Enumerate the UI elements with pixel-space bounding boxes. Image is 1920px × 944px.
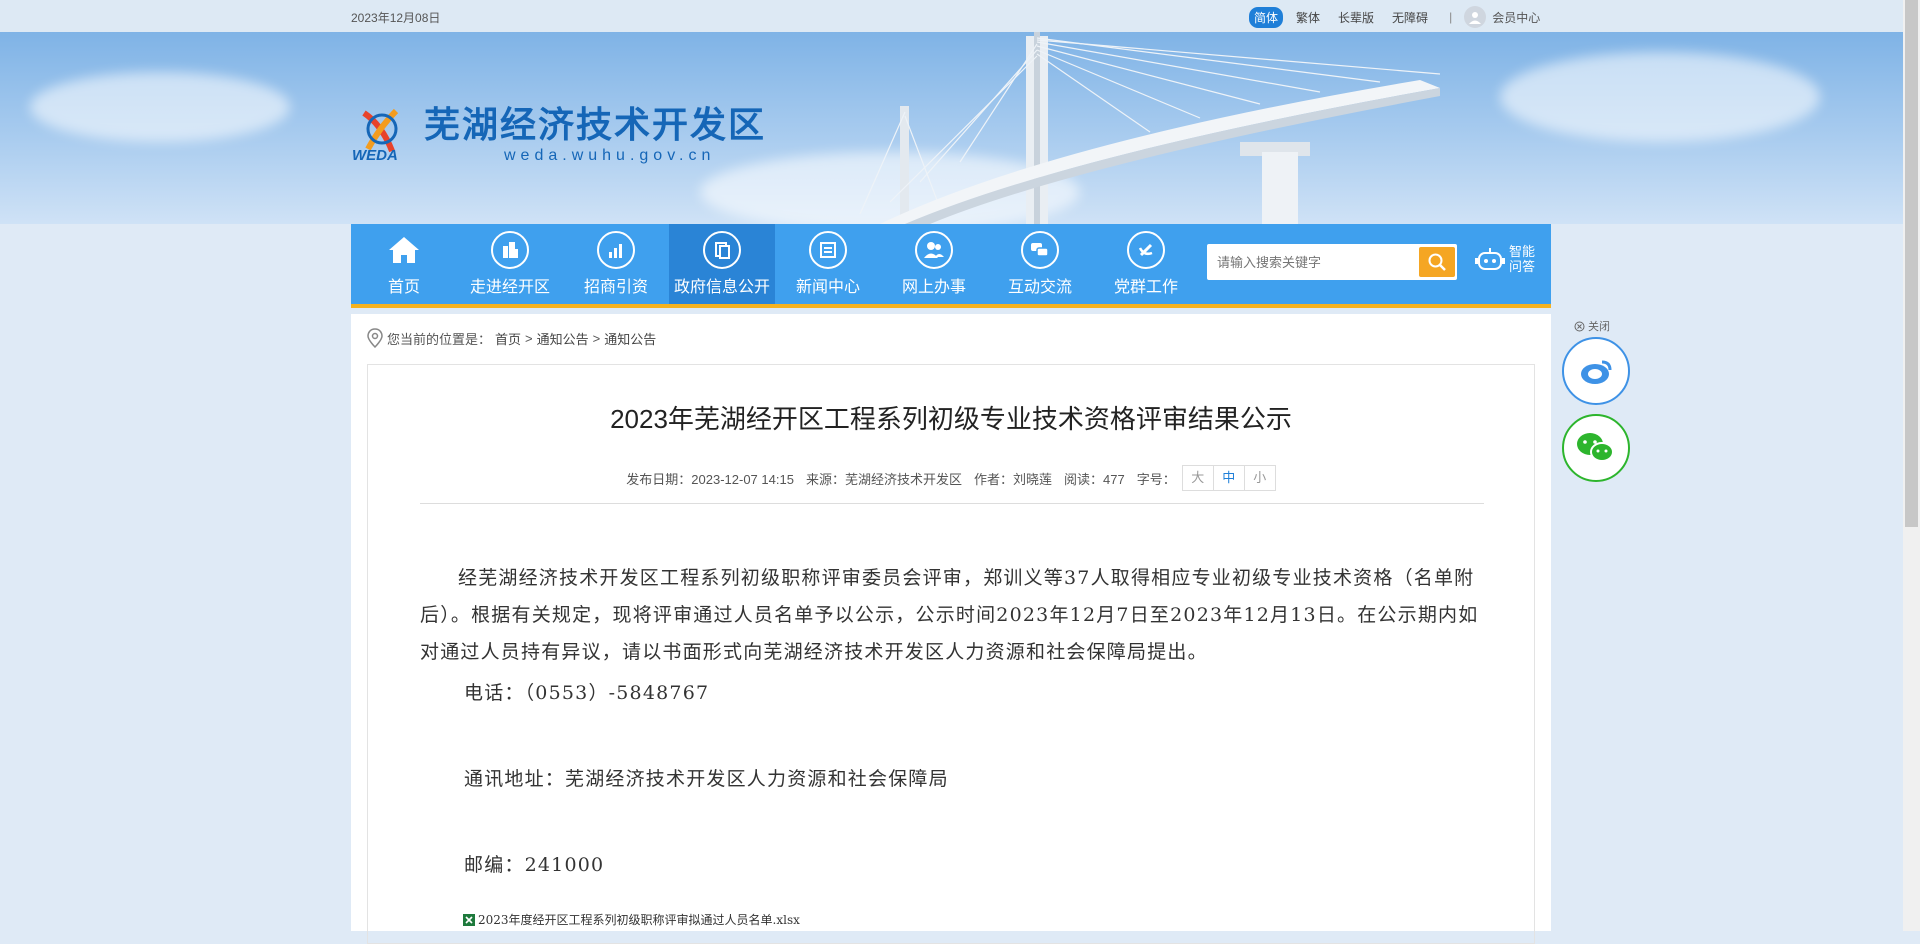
content-card: 您当前的位置是： 首页 > 通知公告 > 通知公告 2023年芜湖经开区工程系列… <box>351 314 1551 944</box>
ai-label-line1: 智能 <box>1509 244 1536 259</box>
fontsize-small-button[interactable]: 小 <box>1245 466 1275 490</box>
wechat-icon <box>1577 433 1614 462</box>
svg-text:WEDA: WEDA <box>352 147 398 163</box>
author-meta: 作者：刘晓莲 <box>973 471 1052 487</box>
breadcrumb-current-link[interactable]: 通知公告 <box>604 329 656 348</box>
breadcrumb-separator: > <box>525 330 533 346</box>
nav-label: 政府信息公开 <box>673 279 770 296</box>
article-title: 2023年芜湖经开区工程系列初级专业技术资格评审结果公示 <box>610 404 1292 434</box>
nav-label: 新闻中心 <box>795 279 860 296</box>
party-emblem-icon <box>1127 231 1165 269</box>
publish-date-meta: 发布日期：2023-12-07 14:15 <box>626 471 794 487</box>
fontsize-medium-button[interactable]: 中 <box>1214 466 1245 490</box>
postcode-line: 邮编：241000 <box>464 854 605 876</box>
header-banner: WEDA 芜湖经济技术开发区 weda.wuhu.gov.cn <box>0 32 1903 224</box>
search-input[interactable] <box>1211 248 1427 276</box>
breadcrumb: 您当前的位置是： 首页 > 通知公告 > 通知公告 <box>367 328 656 348</box>
nav-label: 招商引资 <box>583 279 648 296</box>
fontsize-switcher: 大 中 小 <box>1181 465 1276 491</box>
lang-traditional-button[interactable]: 繁体 <box>1291 7 1325 28</box>
news-icon <box>809 231 847 269</box>
main-navigation: 首页 走进经开区 招商引资 政府信息公开 新闻中心 网上办事 互动交流 党群工作… <box>351 224 1551 308</box>
title-divider <box>420 503 1484 504</box>
robot-icon <box>1475 248 1505 270</box>
scrollbar-thumb[interactable] <box>1905 0 1918 527</box>
ai-qa-button[interactable]: 智能 问答 <box>1475 244 1535 274</box>
breadcrumb-prefix: 您当前的位置是： <box>387 331 492 347</box>
views-meta: 阅读：477 <box>1064 471 1125 487</box>
site-domain: weda.wuhu.gov.cn <box>504 147 716 164</box>
nav-label: 党群工作 <box>1113 279 1178 296</box>
ai-label-line2: 问答 <box>1509 259 1536 274</box>
nav-item-party[interactable]: 党群工作 <box>1093 224 1199 304</box>
article-body: 经芜湖经济技术开发区工程系列初级职称评审委员会评审，郑训义等37人取得相应专业初… <box>420 560 1486 884</box>
attachment-link[interactable]: 2023年度经开区工程系列初级职称评审拟通过人员名单.xlsx <box>462 911 800 928</box>
nav-item-online-service[interactable]: 网上办事 <box>881 224 987 304</box>
search-icon <box>1428 253 1446 271</box>
search-box <box>1207 244 1457 280</box>
phone-line: 电话：（0553）-5848767 <box>464 682 710 704</box>
article-paragraph: 经芜湖经济技术开发区工程系列初级职称评审委员会评审，郑训义等37人取得相应专业初… <box>420 567 1479 663</box>
weibo-button[interactable] <box>1562 337 1630 405</box>
address-line: 通讯地址：芜湖经济技术开发区人力资源和社会保障局 <box>464 768 949 790</box>
people-icon <box>915 231 953 269</box>
float-close-label: 关闭 <box>1588 321 1610 333</box>
user-avatar-icon <box>1464 6 1487 28</box>
nav-label: 互动交流 <box>1007 279 1072 296</box>
fontsize-label: 字号： <box>1136 471 1176 487</box>
topbar-links: 简体 繁体 长辈版 无障碍 | 会员中心 <box>1249 6 1540 28</box>
nav-item-home[interactable]: 首页 <box>351 224 457 304</box>
article: 2023年芜湖经开区工程系列初级专业技术资格评审结果公示 发布日期：2023-1… <box>367 364 1535 944</box>
member-center-link[interactable]: 会员中心 <box>1464 6 1540 28</box>
breadcrumb-notice-link[interactable]: 通知公告 <box>537 329 589 348</box>
chat-icon <box>1021 231 1059 269</box>
breadcrumb-home-link[interactable]: 首页 <box>495 329 521 348</box>
nav-item-investment[interactable]: 招商引资 <box>563 224 669 304</box>
source-meta: 来源：芜湖经济技术开发区 <box>805 471 962 487</box>
location-pin-icon <box>367 328 383 348</box>
current-date: 2023年12月08日 <box>351 11 441 25</box>
nav-item-interaction[interactable]: 互动交流 <box>987 224 1093 304</box>
float-close-button[interactable]: 关闭 <box>1574 318 1610 334</box>
search-button[interactable] <box>1419 247 1455 277</box>
weda-logo-icon: WEDA <box>352 108 399 163</box>
site-title: 芜湖经济技术开发区 <box>424 104 767 145</box>
topbar-separator: | <box>1449 10 1453 24</box>
close-icon <box>1574 321 1585 331</box>
site-logo[interactable]: WEDA 芜湖经济技术开发区 weda.wuhu.gov.cn <box>352 105 766 165</box>
fontsize-large-button[interactable]: 大 <box>1183 466 1214 490</box>
nav-label: 网上办事 <box>901 279 966 296</box>
article-meta: 发布日期：2023-12-07 14:15 来源：芜湖经济技术开发区 作者：刘晓… <box>368 465 1534 491</box>
buildings-icon <box>491 231 529 269</box>
page-scrollbar[interactable] <box>1903 0 1920 931</box>
bridge-illustration <box>859 32 1441 224</box>
document-icon <box>703 231 741 269</box>
attachment-filename: 2023年度经开区工程系列初级职称评审拟通过人员名单.xlsx <box>478 913 800 927</box>
weibo-icon <box>1581 360 1612 384</box>
home-icon <box>385 231 423 269</box>
elder-mode-link[interactable]: 长辈版 <box>1333 7 1379 28</box>
excel-file-icon <box>463 913 475 926</box>
nav-item-about[interactable]: 走进经开区 <box>457 224 563 304</box>
wechat-button[interactable] <box>1562 414 1630 482</box>
nav-label: 首页 <box>387 279 420 296</box>
top-utility-bar: 2023年12月08日 简体 繁体 长辈版 无障碍 | 会员中心 <box>0 0 1903 33</box>
lang-simplified-button[interactable]: 简体 <box>1249 6 1284 28</box>
nav-item-news[interactable]: 新闻中心 <box>775 224 881 304</box>
breadcrumb-separator: > <box>592 330 601 346</box>
accessibility-link[interactable]: 无障碍 <box>1387 7 1433 28</box>
chart-icon <box>597 231 635 269</box>
member-center-label: 会员中心 <box>1492 10 1541 25</box>
nav-item-gov-info[interactable]: 政府信息公开 <box>669 224 775 304</box>
nav-label: 走进经开区 <box>469 279 550 296</box>
